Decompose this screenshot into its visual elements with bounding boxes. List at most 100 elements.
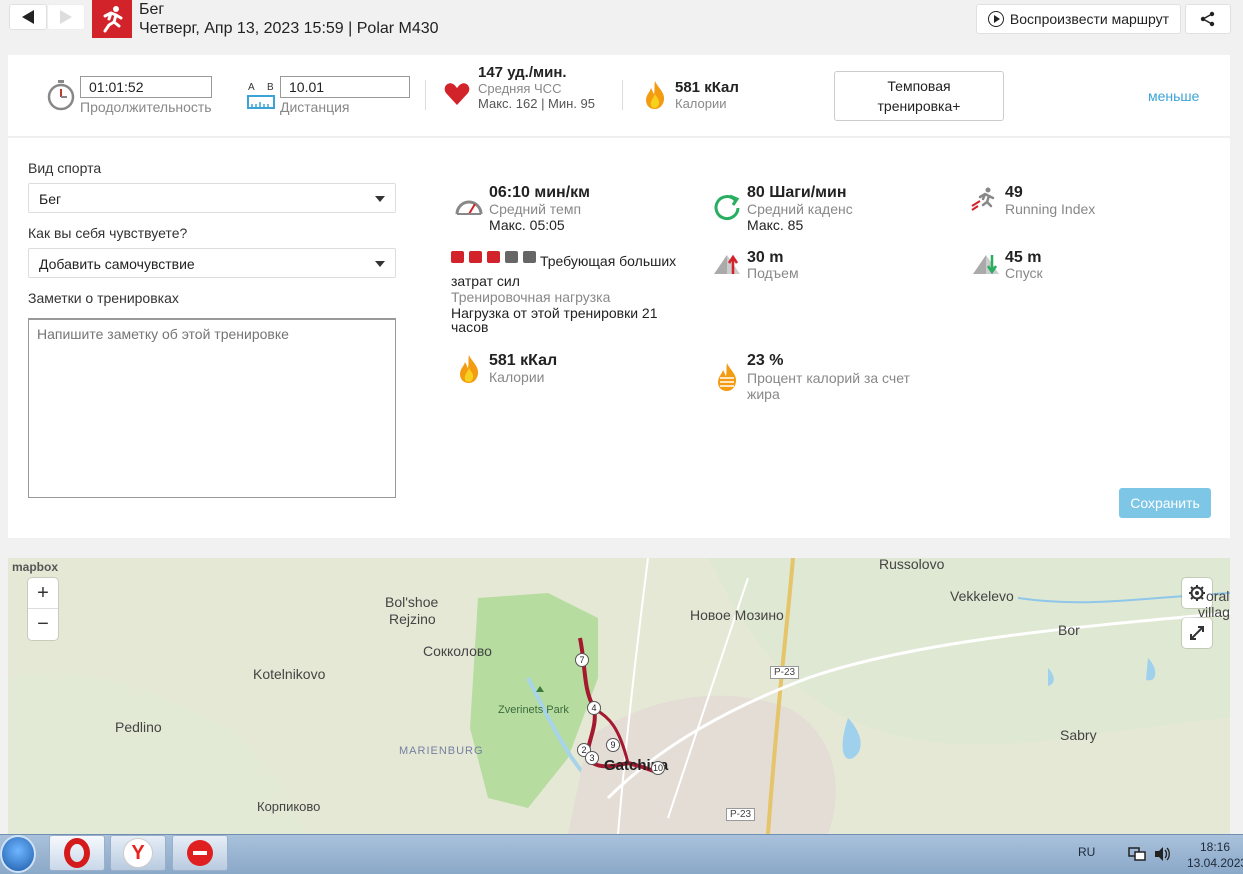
notes-label: Заметки о тренировках <box>28 290 179 306</box>
start-button[interactable] <box>0 835 36 873</box>
app-icon <box>187 840 213 866</box>
clock-time: 18:16 <box>1200 840 1231 854</box>
replay-route-label: Воспроизвести маршрут <box>1009 11 1170 27</box>
notes-textarea[interactable] <box>28 318 396 498</box>
km-marker[interactable]: 3 <box>585 751 599 765</box>
gear-icon <box>1189 585 1205 601</box>
place-label: Сокколово <box>423 643 492 659</box>
km-marker[interactable]: 9 <box>606 738 620 752</box>
km-marker[interactable]: 10 <box>651 761 665 775</box>
km-marker[interactable]: 7 <box>575 653 589 667</box>
ruler-icon <box>247 95 275 109</box>
place-label: Kotelnikovo <box>253 666 326 682</box>
divider <box>622 80 623 110</box>
network-icon[interactable] <box>1128 846 1146 862</box>
volume-icon[interactable] <box>1153 846 1171 862</box>
cadence-label: Средний каденс <box>747 201 853 217</box>
heart-rate-value: 147 уд./мин. <box>478 64 567 81</box>
pace-max: Макс. 05:05 <box>489 217 565 233</box>
place-label: MARIENBURG <box>399 745 484 757</box>
cadence-value: 80 Шаги/мин <box>747 184 847 201</box>
save-label: Сохранить <box>1130 495 1200 511</box>
forward-icon <box>60 10 72 24</box>
speedometer-icon <box>455 200 483 215</box>
place-label: Sabry <box>1060 727 1097 743</box>
stopwatch-icon <box>47 80 75 111</box>
calories-stat-label: Калории <box>489 369 545 385</box>
expand-icon <box>1190 626 1204 640</box>
duration-field[interactable]: 01:01:52 <box>80 76 212 98</box>
zoom-in-button[interactable]: + <box>28 578 58 609</box>
yandex-taskbar-button[interactable]: Y <box>110 835 166 871</box>
flame-icon <box>460 355 479 383</box>
replay-route-button[interactable]: Воспроизвести маршрут <box>976 4 1181 34</box>
training-type-label: Темповая тренировка+ <box>877 78 961 114</box>
place-label: Bol'shoe <box>385 594 439 610</box>
chevron-down-icon <box>375 261 385 267</box>
distance-field[interactable]: 10.01 <box>280 76 410 98</box>
place-label: Vekkelevo <box>950 588 1014 604</box>
sport-logo-icon <box>92 0 132 38</box>
descent-label: Спуск <box>1005 265 1043 281</box>
place-label: villag <box>1198 604 1230 620</box>
save-button[interactable]: Сохранить <box>1119 488 1211 518</box>
place-label: oral <box>1206 588 1230 604</box>
place-label: Rejzino <box>389 611 436 627</box>
fat-percent-value: 23 % <box>747 352 784 369</box>
pace-value: 06:10 мин/км <box>489 184 590 201</box>
place-label: Новое Мозино <box>690 607 784 623</box>
feeling-select[interactable]: Добавить самочувствие <box>28 248 396 278</box>
calories-stat-value: 581 кКал <box>489 352 558 369</box>
mapbox-attribution[interactable]: mapbox <box>12 560 58 574</box>
share-icon <box>1200 11 1215 27</box>
road-label: P-23 <box>726 808 756 821</box>
training-type-button[interactable]: Темповая тренировка+ <box>834 71 1004 121</box>
sport-title: Бег <box>139 1 165 18</box>
park-label: Zverinets Park <box>498 704 569 716</box>
running-index-value: 49 <box>1005 184 1023 201</box>
sport-type-label: Вид спорта <box>28 160 102 176</box>
route-map[interactable]: mapbox + − Russolovo Vekkelevo oral vill… <box>8 558 1230 834</box>
sport-type-value: Бег <box>39 191 62 207</box>
forward-button[interactable] <box>47 4 85 30</box>
map-background <box>8 558 1230 834</box>
descent-icon <box>973 255 999 275</box>
fat-percent-label: Процент калорий за счет жира <box>747 370 910 402</box>
divider <box>425 80 426 110</box>
play-icon <box>987 11 1004 27</box>
place-label: Russolovo <box>879 558 945 572</box>
opera-taskbar-button[interactable] <box>49 835 105 871</box>
heart-icon <box>444 83 470 105</box>
distance-ab-b: B <box>267 82 274 93</box>
km-marker[interactable]: 4 <box>587 701 601 715</box>
heart-rate-minmax: Макс. 162 | Мин. 95 <box>478 96 596 111</box>
back-button[interactable] <box>9 4 47 30</box>
flame-icon <box>646 81 665 109</box>
distance-label: Дистанция <box>280 99 350 115</box>
place-label: Pedlino <box>115 719 162 735</box>
share-button[interactable] <box>1185 4 1231 34</box>
running-index-icon <box>971 187 995 211</box>
road-label: P-23 <box>770 666 800 679</box>
sport-type-select[interactable]: Бег <box>28 183 396 213</box>
back-icon <box>22 10 34 24</box>
chevron-down-icon <box>375 196 385 202</box>
pace-label: Средний темп <box>489 201 582 217</box>
cadence-icon <box>714 194 740 221</box>
feeling-value: Добавить самочувствие <box>39 256 195 272</box>
opera-icon <box>64 838 90 868</box>
zoom-out-button[interactable]: − <box>28 609 58 640</box>
app-taskbar-button[interactable] <box>172 835 228 871</box>
fat-burn-icon <box>718 363 737 391</box>
less-link[interactable]: меньше <box>1148 88 1199 104</box>
training-load-recovery: Нагрузка от этой тренировки 21 часов <box>451 305 658 335</box>
zoom-controls: + − <box>28 578 58 640</box>
language-indicator[interactable]: RU <box>1078 845 1095 859</box>
fullscreen-button[interactable] <box>1182 618 1212 648</box>
calories-label: Калории <box>675 96 727 111</box>
calories-value: 581 кКал <box>675 79 739 96</box>
duration-label: Продолжительность <box>80 99 212 115</box>
feeling-label: Как вы себя чувствуете? <box>28 225 188 241</box>
running-index-label: Running Index <box>1005 201 1096 217</box>
ascent-label: Подъем <box>747 265 799 281</box>
